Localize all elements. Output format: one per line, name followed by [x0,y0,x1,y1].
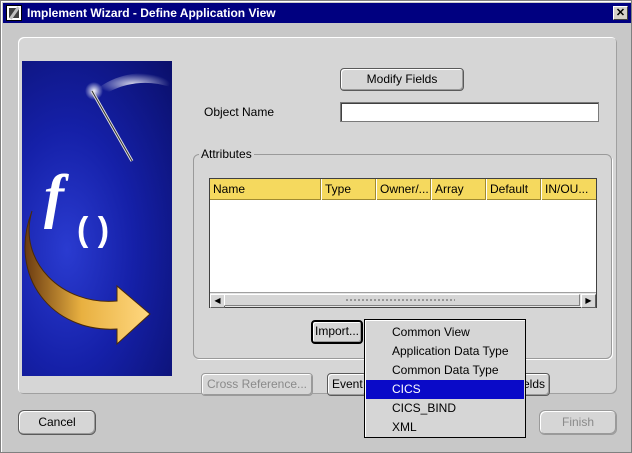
app-icon [6,5,22,21]
menu-item-common-view[interactable]: Common View [366,323,524,342]
menu-item-common-data-type[interactable]: Common Data Type [366,361,524,380]
import-button[interactable]: Import... [311,320,363,344]
column-header-default[interactable]: Default [487,179,542,200]
cancel-button[interactable]: Cancel [18,410,96,435]
attributes-group-label: Attributes [199,147,254,161]
menu-item-xml[interactable]: XML [366,418,524,437]
object-name-label: Object Name [204,105,275,119]
window-title: Implement Wizard - Define Application Vi… [27,6,276,20]
scroll-right-icon[interactable]: ▶ [581,294,596,308]
close-icon[interactable]: ✕ [613,6,628,20]
column-header-name[interactable]: Name [210,179,322,200]
wizard-banner-image: f ( ) [22,61,172,376]
function-f-glyph: f [44,163,69,229]
column-header-in-out[interactable]: IN/OU... [542,179,596,200]
title-bar[interactable]: Implement Wizard - Define Application Vi… [3,3,631,23]
parens-glyph: ( ) [77,211,109,249]
menu-item-cics-bind[interactable]: CICS_BIND [366,399,524,418]
import-popup-menu: Common View Application Data Type Common… [364,319,526,438]
finish-button[interactable]: Finish [539,410,617,435]
cross-reference-button[interactable]: Cross Reference... [201,373,313,396]
scrollbar-thumb[interactable] [224,294,580,306]
column-header-array[interactable]: Array [432,179,487,200]
column-header-owner[interactable]: Owner/... [377,179,432,200]
scroll-left-icon[interactable]: ◀ [210,294,225,308]
horizontal-scrollbar[interactable]: ◀ ▶ [210,292,596,308]
modify-fields-button[interactable]: Modify Fields [340,68,464,91]
scrollbar-grip [345,298,455,303]
menu-item-application-data-type[interactable]: Application Data Type [366,342,524,361]
wizard-window: Implement Wizard - Define Application Vi… [0,0,632,453]
table-header: Name Type Owner/... Array Default IN/OU.… [210,179,596,200]
column-header-type[interactable]: Type [322,179,377,200]
object-name-input[interactable] [340,102,599,122]
menu-item-cics[interactable]: CICS [366,380,524,399]
attributes-table[interactable]: Name Type Owner/... Array Default IN/OU.… [209,178,597,308]
events-button[interactable]: Event [327,373,367,396]
